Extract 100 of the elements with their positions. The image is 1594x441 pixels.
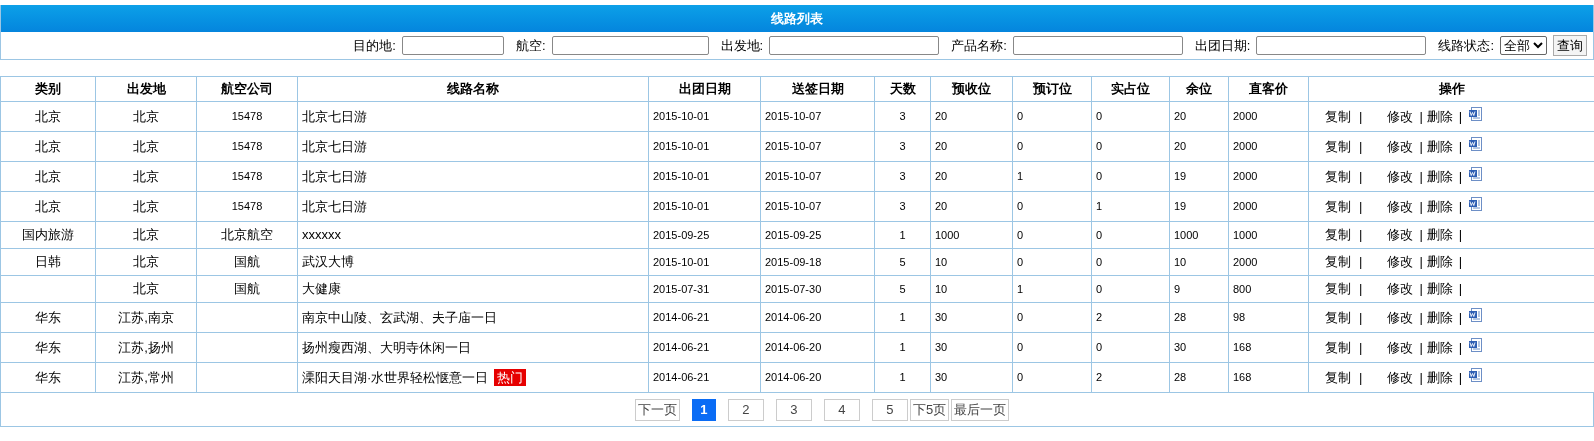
separator: | <box>1419 226 1423 245</box>
filter-field[interactable] <box>551 36 709 55</box>
action-link[interactable]: 修改 <box>1387 337 1414 358</box>
table-cell: 10 <box>930 248 1013 276</box>
table-cell: 扬州瘦西湖、大明寺休闲一日 <box>297 332 649 363</box>
separator: | <box>1359 107 1363 126</box>
table-cell: 北京 <box>95 191 197 222</box>
table-cell: 3 <box>874 101 931 132</box>
filter-field[interactable] <box>1256 36 1427 55</box>
table-cell: 2015-07-31 <box>648 275 761 303</box>
page-number[interactable]: 4 <box>823 398 860 421</box>
table-cell: 北京七日游 <box>297 131 649 162</box>
action-link[interactable]: 修改 <box>1387 252 1414 272</box>
action-link[interactable]: 复制 <box>1325 106 1351 127</box>
separator: | <box>1359 308 1363 327</box>
action-link[interactable]: 修改 <box>1387 225 1414 245</box>
column-header: 送签日期 <box>760 76 875 102</box>
filter-field[interactable] <box>401 36 504 55</box>
table-cell: 2000 <box>1228 248 1309 276</box>
action-link[interactable]: 删除 <box>1426 136 1453 157</box>
chevron-icon <box>1533 42 1543 49</box>
action-link[interactable]: 删除 <box>1426 225 1453 245</box>
separator: | <box>1419 107 1423 126</box>
action-link[interactable]: 删除 <box>1426 166 1453 187</box>
separator: | <box>1458 226 1463 245</box>
table-cell: 2014-06-20 <box>760 362 875 393</box>
page-link[interactable]: 下5页 <box>909 398 950 421</box>
action-link[interactable]: 修改 <box>1387 279 1414 299</box>
filter-label: 出团日期: <box>1194 36 1251 55</box>
table-cell: 0 <box>1091 221 1170 249</box>
action-link[interactable]: 复制 <box>1325 166 1351 187</box>
action-link[interactable]: 修改 <box>1387 166 1414 187</box>
action-link[interactable]: 修改 <box>1387 367 1414 388</box>
action-link[interactable]: 复制 <box>1325 307 1351 328</box>
table-cell: 800 <box>1228 275 1309 303</box>
action-link[interactable]: 删除 <box>1426 252 1453 272</box>
document-icon[interactable] <box>1469 337 1483 352</box>
page-number[interactable]: 5 <box>871 398 908 421</box>
page-title: 线路列表 <box>771 9 823 28</box>
table-cell: 2015-09-25 <box>760 221 875 249</box>
action-link[interactable]: 复制 <box>1325 196 1351 217</box>
table-cell: 1000 <box>1169 221 1229 249</box>
page-number[interactable]: 2 <box>727 398 764 421</box>
filter-field[interactable] <box>769 36 940 55</box>
action-link[interactable]: 删除 <box>1426 196 1453 217</box>
page-link[interactable]: 最后一页 <box>951 398 1010 421</box>
action-link[interactable]: 修改 <box>1387 307 1414 328</box>
action-link[interactable]: 删除 <box>1426 279 1453 299</box>
table-cell: 0 <box>1091 101 1170 132</box>
document-icon[interactable] <box>1469 106 1483 121</box>
table-cell: 15478 <box>196 101 298 132</box>
table-cell: 1 <box>1091 191 1170 222</box>
table-cell: 北京 <box>0 191 96 222</box>
page-number[interactable]: 1 <box>691 398 716 421</box>
table-cell: 2000 <box>1228 101 1309 132</box>
table-cell: 2000 <box>1228 191 1309 222</box>
separator: | <box>1419 280 1423 299</box>
action-link[interactable]: 复制 <box>1325 367 1351 388</box>
table-cell: 0 <box>1091 332 1170 363</box>
action-link[interactable]: 复制 <box>1325 252 1351 272</box>
action-link[interactable]: 复制 <box>1325 337 1351 358</box>
separator: | <box>1458 253 1463 272</box>
table-cell: 30 <box>1169 332 1229 363</box>
table-cell: 2014-06-21 <box>648 332 761 363</box>
table-cell: 日韩 <box>0 248 96 276</box>
table-cell: 大健康 <box>297 275 649 303</box>
action-link[interactable]: 修改 <box>1387 196 1414 217</box>
filter-label: 出发地: <box>720 36 764 55</box>
status-dropdown[interactable]: 全部 <box>1500 36 1547 55</box>
action-link[interactable]: 删除 <box>1426 106 1453 127</box>
action-link[interactable]: 修改 <box>1387 106 1414 127</box>
table-cell: 2015-10-01 <box>648 191 761 222</box>
separator: | <box>1419 253 1423 272</box>
separator: | <box>1419 197 1423 216</box>
column-header: 航空公司 <box>196 76 298 102</box>
separator: | <box>1458 308 1463 327</box>
table-cell: 28 <box>1169 362 1229 393</box>
action-link[interactable]: 修改 <box>1387 136 1414 157</box>
table-cell: 2015-10-01 <box>648 161 761 192</box>
filter-field[interactable] <box>1012 36 1183 55</box>
filter-label: 产品名称: <box>951 36 1007 55</box>
action-link[interactable]: 复制 <box>1325 279 1351 299</box>
action-link[interactable]: 删除 <box>1426 367 1453 388</box>
document-icon[interactable] <box>1469 136 1483 151</box>
search-button[interactable]: 查询 <box>1553 35 1587 56</box>
page-number[interactable]: 3 <box>775 398 812 421</box>
page-link[interactable]: 下一页 <box>634 398 680 421</box>
document-icon[interactable] <box>1469 307 1483 322</box>
action-link[interactable]: 复制 <box>1325 136 1351 157</box>
document-icon[interactable] <box>1469 367 1483 382</box>
document-icon[interactable] <box>1469 166 1483 181</box>
document-icon[interactable] <box>1469 196 1483 211</box>
column-header: 天数 <box>874 76 931 102</box>
action-link[interactable]: 删除 <box>1426 337 1453 358</box>
table-cell: 2015-07-30 <box>760 275 875 303</box>
hot-badge: 热门 <box>494 368 527 386</box>
table-cell: 北京 <box>95 131 197 162</box>
table-cell: 2 <box>1091 302 1170 333</box>
action-link[interactable]: 删除 <box>1426 307 1453 328</box>
action-link[interactable]: 复制 <box>1325 225 1351 245</box>
